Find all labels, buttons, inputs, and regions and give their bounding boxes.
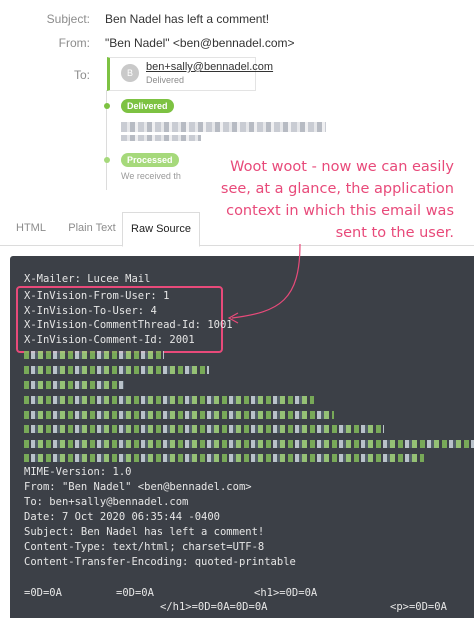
- blurred-source: [24, 366, 209, 374]
- blurred-source: [24, 425, 384, 433]
- delivered-badge: Delivered: [121, 99, 174, 113]
- source-line: Content-Type: text/html; charset=UTF-8: [24, 541, 265, 553]
- blurred-source: [24, 440, 474, 448]
- blurred-source: [24, 351, 164, 359]
- source-line: </h1>=0D=0A=0D=0A: [160, 601, 268, 613]
- to-label: To:: [73, 68, 90, 82]
- tab-plain-text[interactable]: Plain Text: [62, 212, 122, 245]
- blurred-source: [24, 396, 314, 404]
- source-line: X-InVision-From-User: 1: [24, 290, 170, 302]
- source-line: =0D=0A: [116, 587, 154, 599]
- source-line: MIME-Version: 1.0: [24, 466, 132, 478]
- source-line: Subject: Ben Nadel has left a comment!: [24, 526, 265, 538]
- source-line: Content-Transfer-Encoding: quoted-printa…: [24, 556, 296, 568]
- subject-value: Ben Nadel has left a comment!: [105, 12, 270, 26]
- tab-html[interactable]: HTML: [0, 212, 62, 245]
- source-line: X-Mailer: Lucee Mail: [24, 273, 151, 285]
- blurred-source: [24, 381, 124, 389]
- source-line: To: ben+sally@bennadel.com: [24, 496, 189, 508]
- blurred-source: [24, 411, 334, 419]
- source-line: <h1>=0D=0A: [254, 587, 318, 599]
- annotation-line: Woot woot - now we can easily: [230, 159, 454, 175]
- from-value: "Ben Nadel" <ben@bennadel.com>: [105, 36, 295, 50]
- recipient-email-link[interactable]: ben+sally@bennadel.com: [146, 61, 273, 73]
- timeline-dot-processed: [104, 157, 110, 163]
- recipient-status: Delivered: [146, 75, 185, 85]
- source-line: Date: 7 Oct 2020 06:35:44 -0400: [24, 511, 220, 523]
- from-label: From:: [58, 36, 90, 50]
- blurred-detail: [121, 135, 201, 141]
- received-text: We received th: [121, 171, 181, 181]
- source-line: <p>=0D=0A: [390, 601, 447, 613]
- source-line: X-InVision-To-User: 4: [24, 305, 157, 317]
- timeline-dot-delivered: [104, 103, 110, 109]
- tab-raw-source[interactable]: Raw Source: [122, 212, 200, 247]
- annotation-line: see, at a glance, the application: [220, 181, 454, 197]
- source-line: X-InVision-CommentThread-Id: 1001: [24, 319, 233, 331]
- blurred-source: [24, 454, 424, 462]
- avatar: B: [121, 64, 139, 82]
- subject-label: Subject:: [46, 12, 90, 26]
- tab-bar: HTML Plain Text Raw Source: [0, 212, 474, 247]
- source-line: From: "Ben Nadel" <ben@bennadel.com>: [24, 481, 252, 493]
- processed-badge: Processed: [121, 153, 179, 167]
- source-line: X-InVision-Comment-Id: 2001: [24, 334, 195, 346]
- blurred-detail: [121, 122, 326, 132]
- source-line: =0D=0A: [24, 587, 62, 599]
